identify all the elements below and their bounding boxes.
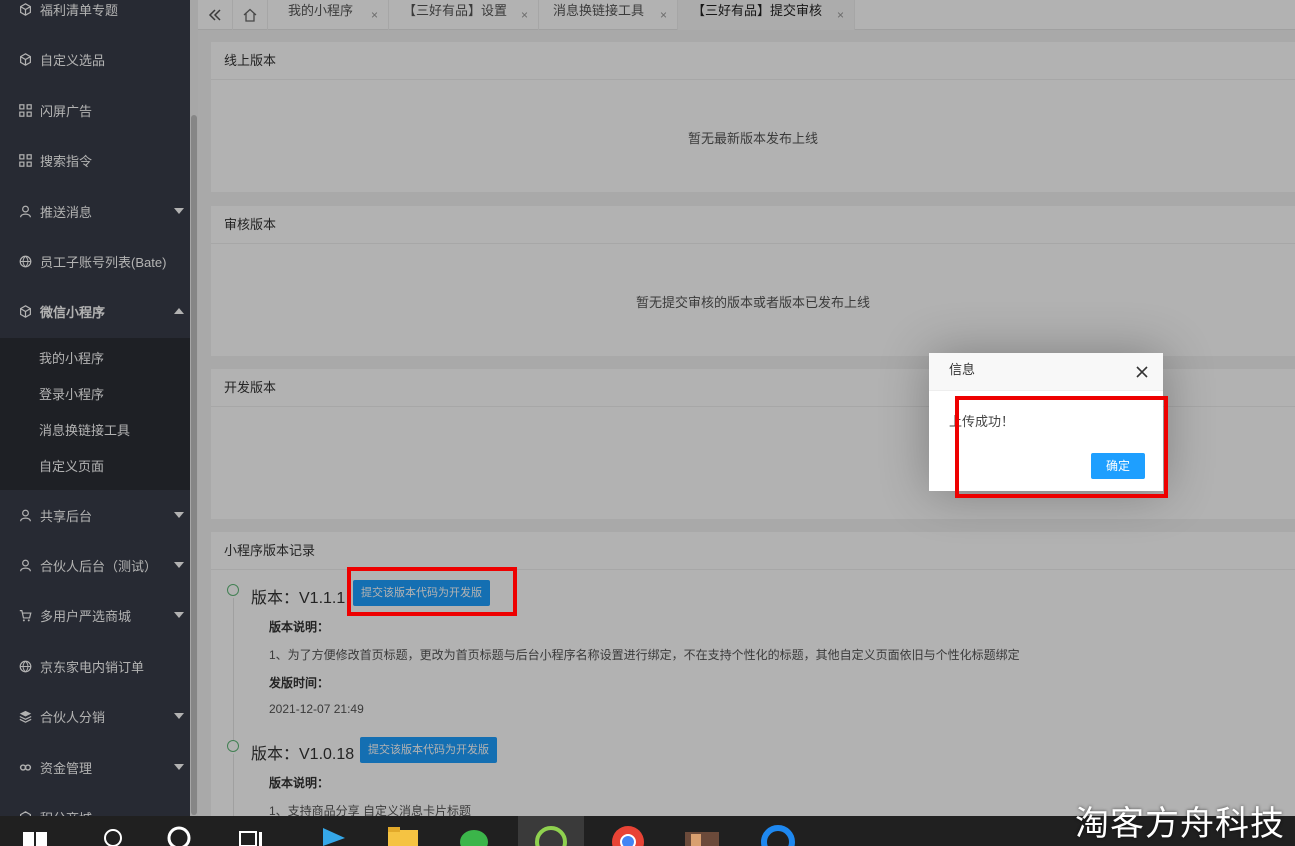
taskbar-app-active[interactable] — [518, 816, 584, 846]
folder-icon — [388, 827, 418, 846]
taskbar-app-wechat[interactable] — [456, 816, 496, 846]
taskbar-app-explorer[interactable] — [384, 816, 422, 846]
browser-icon — [761, 825, 795, 846]
dialog-title: 信息 — [929, 353, 1163, 391]
windows-logo-icon — [23, 832, 47, 846]
app-refresh-icon — [535, 826, 567, 846]
media-app-icon — [323, 828, 345, 846]
start-button[interactable] — [20, 816, 50, 846]
search-icon — [104, 829, 122, 846]
game-app-icon — [685, 832, 719, 846]
annotation-highlight-button — [347, 567, 517, 616]
search-button[interactable] — [98, 816, 128, 846]
cortana-button[interactable] — [164, 816, 194, 846]
cortana-icon — [167, 826, 191, 846]
task-view-button[interactable] — [236, 816, 266, 846]
task-view-icon — [239, 831, 262, 846]
taskbar-app-media[interactable] — [316, 816, 350, 846]
taskbar-app-chrome[interactable] — [608, 816, 648, 846]
close-icon[interactable] — [1135, 365, 1149, 379]
taskbar-app-browser[interactable] — [758, 816, 798, 846]
watermark: 淘客方舟科技 — [1075, 804, 1285, 844]
annotation-highlight-dialog — [955, 396, 1168, 498]
wechat-icon — [460, 830, 488, 846]
taskbar-app-game[interactable] — [682, 816, 722, 846]
chrome-icon — [612, 826, 644, 846]
